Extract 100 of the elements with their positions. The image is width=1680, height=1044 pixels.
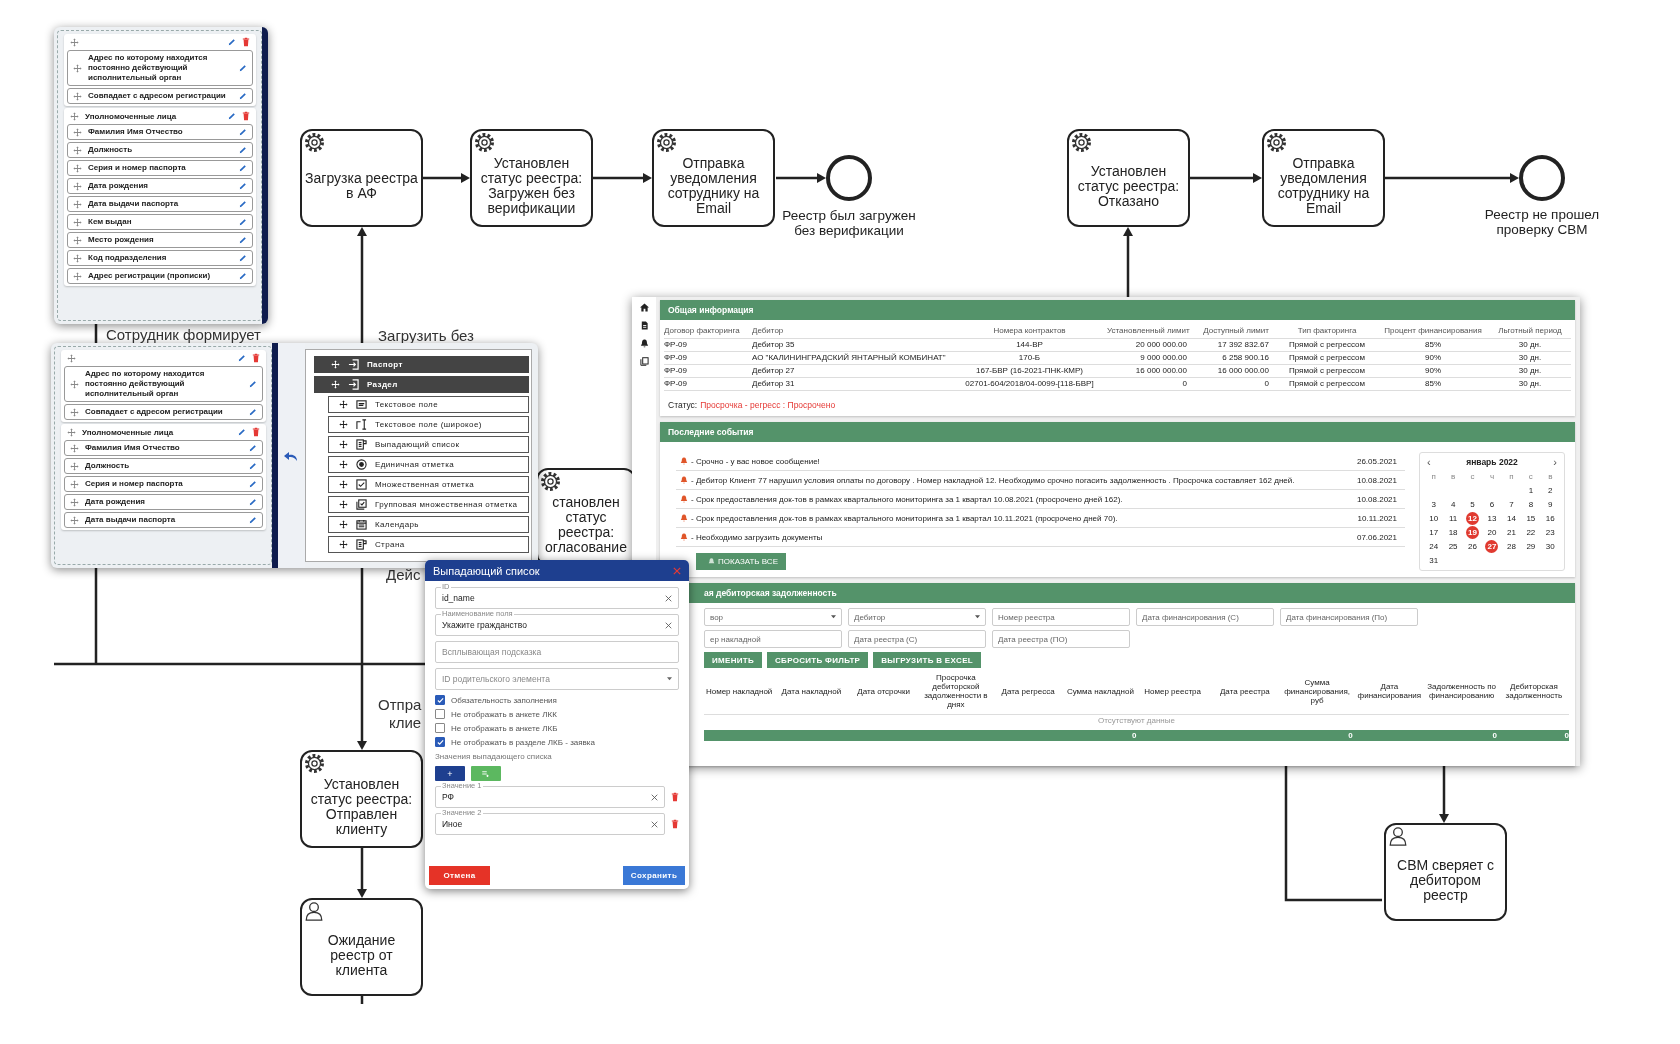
calendar-day[interactable]: 12	[1466, 512, 1480, 525]
calendar-day[interactable]: 24	[1424, 540, 1444, 553]
toolbox-item[interactable]: Текстовое поле	[327, 396, 529, 413]
toolbox-item[interactable]: Выпадающий список	[327, 436, 529, 453]
calendar-day[interactable]: 5	[1462, 498, 1483, 511]
filter-field[interactable]: Дата финансирования (С)	[1136, 608, 1274, 626]
form-field[interactable]: Адрес по которому находится постоянно действующий исполнительный орган	[67, 50, 253, 86]
input-field[interactable]: ID родительского элемента	[435, 668, 679, 690]
edit-icon[interactable]	[239, 182, 247, 190]
edit-icon[interactable]	[228, 38, 236, 46]
calendar-day[interactable]: 2	[1540, 484, 1560, 497]
edit-icon[interactable]	[239, 146, 247, 154]
checkbox[interactable]	[435, 709, 445, 719]
calendar-day[interactable]: 13	[1482, 512, 1502, 525]
calendar-day[interactable]: 14	[1501, 512, 1522, 525]
edit-icon[interactable]	[249, 462, 257, 470]
move-icon[interactable]	[338, 500, 348, 509]
edit-icon[interactable]	[239, 254, 247, 262]
form-field[interactable]: Должность	[67, 142, 253, 158]
calendar-day[interactable]: 18	[1443, 526, 1463, 539]
form-field[interactable]: Фамилия Имя Отчество	[67, 124, 253, 140]
edit-icon[interactable]	[239, 64, 247, 72]
filter-field[interactable]: Дата финансирования (По)	[1280, 608, 1418, 626]
delete-icon[interactable]	[252, 353, 260, 363]
form-field[interactable]: Место рождения	[67, 232, 253, 248]
move-icon[interactable]	[338, 480, 348, 489]
filter-field[interactable]: вор	[704, 608, 842, 626]
calendar-day[interactable]: 7	[1501, 498, 1522, 511]
delete-icon[interactable]	[252, 427, 260, 437]
calendar-day[interactable]: 1	[1521, 484, 1541, 497]
calendar-day[interactable]: 4	[1443, 498, 1463, 511]
form-field[interactable]: Должность	[64, 458, 263, 474]
form-field[interactable]: Серия и номер паспорта	[64, 476, 263, 492]
form-field[interactable]: Дата выдачи паспорта	[64, 512, 263, 528]
form-field[interactable]: Совпадает с адресом регистрации	[67, 88, 253, 104]
form-field[interactable]: Кем выдан	[67, 214, 253, 230]
form-field[interactable]: Дата выдачи паспорта	[67, 196, 253, 212]
calendar-day[interactable]: 15	[1521, 512, 1541, 525]
calendar-day[interactable]: 23	[1540, 526, 1560, 539]
calendar-day[interactable]: 9	[1540, 498, 1560, 511]
move-icon[interactable]	[338, 420, 348, 429]
edit-icon[interactable]	[239, 164, 247, 172]
calendar-day[interactable]: 6	[1482, 498, 1502, 511]
calendar-day[interactable]: 31	[1424, 554, 1444, 567]
form-field[interactable]: Дата рождения	[64, 494, 263, 510]
edit-icon[interactable]	[249, 516, 257, 524]
calendar-day[interactable]: 8	[1521, 498, 1541, 511]
edit-icon[interactable]	[249, 380, 257, 388]
edit-icon[interactable]	[249, 498, 257, 506]
add-button[interactable]: +	[435, 766, 465, 781]
edit-icon[interactable]	[239, 272, 247, 280]
clear-icon[interactable]	[665, 594, 672, 602]
calendar-day[interactable]: 25	[1443, 540, 1463, 553]
form-field[interactable]: Дата рождения	[67, 178, 253, 194]
save-button[interactable]: Сохранить	[623, 866, 685, 885]
calendar-day[interactable]: 27	[1485, 540, 1499, 553]
calendar-day[interactable]: 29	[1521, 540, 1541, 553]
next-month-button[interactable]: ›	[1553, 456, 1557, 468]
move-icon[interactable]	[338, 440, 348, 449]
form-field[interactable]: Адрес регистрации (прописки)	[67, 268, 253, 284]
calendar-day[interactable]: 20	[1482, 526, 1502, 539]
calendar-day[interactable]: 30	[1540, 540, 1560, 553]
filter-button[interactable]: СБРОСИТЬ ФИЛЬТР	[767, 652, 869, 668]
undo-icon[interactable]	[283, 449, 300, 462]
calendar-day[interactable]: 10	[1424, 512, 1444, 525]
copy-icon[interactable]	[639, 357, 649, 366]
form-field[interactable]: Серия и номер паспорта	[67, 160, 253, 176]
filter-field[interactable]: Дебитор	[848, 608, 986, 626]
home-icon[interactable]	[639, 303, 649, 312]
bell-icon[interactable]	[639, 339, 649, 348]
delete-icon[interactable]	[242, 111, 250, 121]
checkbox[interactable]	[435, 723, 445, 733]
move-icon[interactable]	[338, 400, 348, 409]
show-all-button[interactable]: ПОКАЗАТЬ ВСЕ	[696, 553, 786, 570]
filter-button[interactable]: ИМЕНИТЬ	[704, 652, 762, 668]
edit-icon[interactable]	[239, 236, 247, 244]
move-icon[interactable]	[338, 460, 348, 469]
clear-icon[interactable]	[651, 793, 658, 801]
move-icon[interactable]	[330, 360, 340, 369]
calendar-day[interactable]: 3	[1424, 498, 1444, 511]
filter-field[interactable]: Номер реестра	[992, 608, 1130, 626]
clear-icon[interactable]	[651, 820, 658, 828]
clear-icon[interactable]	[665, 621, 672, 629]
move-icon[interactable]	[338, 520, 348, 529]
toolbox-item[interactable]: Календарь	[327, 516, 529, 533]
filter-field[interactable]: Дата реестра (С)	[848, 630, 986, 648]
form-field[interactable]: Совпадает с адресом регистрации	[64, 404, 263, 420]
calendar-day[interactable]: 28	[1501, 540, 1522, 553]
edit-icon[interactable]	[238, 354, 246, 362]
calendar-day[interactable]: 19	[1466, 526, 1480, 539]
move-icon[interactable]	[330, 380, 340, 389]
calendar-day[interactable]: 21	[1501, 526, 1522, 539]
calendar-day[interactable]: 11	[1443, 512, 1463, 525]
input-field[interactable]: Всплывающая подсказка	[435, 641, 679, 663]
delete-icon[interactable]	[671, 792, 679, 802]
edit-icon[interactable]	[249, 480, 257, 488]
calendar-day[interactable]: 16	[1540, 512, 1560, 525]
filter-button[interactable]: ВЫГРУЗИТЬ В EXCEL	[873, 652, 981, 668]
filter-field[interactable]: Дата реестра (ПО)	[992, 630, 1130, 648]
toolbox-item[interactable]: Множественная отметка	[327, 476, 529, 493]
